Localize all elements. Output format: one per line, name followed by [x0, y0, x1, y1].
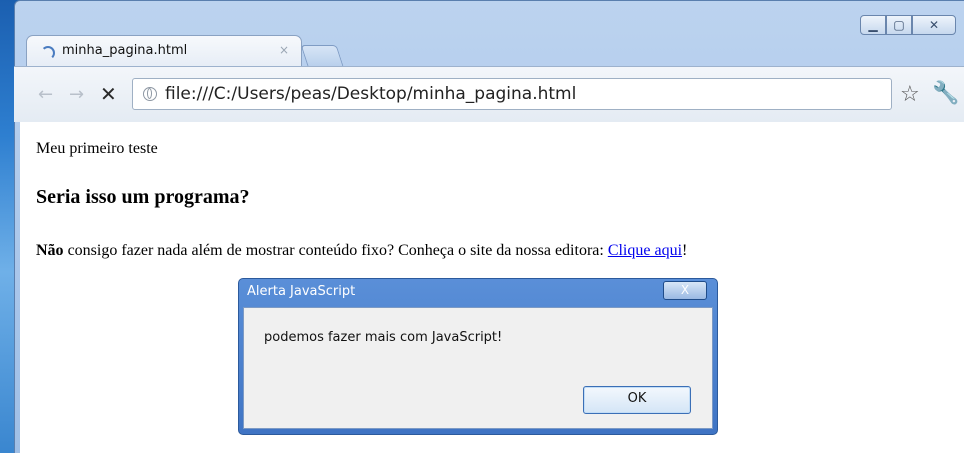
forward-arrow-icon[interactable]: → — [69, 84, 84, 105]
paragraph-editora: Não consigo fazer nada além de mostrar c… — [36, 242, 687, 260]
url-text[interactable]: file:///C:/Users/peas/Desktop/minha_pagi… — [165, 84, 576, 104]
globe-icon — [143, 87, 157, 101]
alert-title: Alerta JavaScript — [247, 284, 356, 299]
tab-title: minha_pagina.html — [62, 43, 188, 58]
ok-button[interactable]: OK — [583, 386, 691, 414]
alert-body: podemos fazer mais com JavaScript! OK — [243, 307, 713, 429]
loading-spinner-icon — [41, 46, 55, 60]
close-window-button[interactable]: ✕ — [912, 15, 956, 35]
address-bar[interactable]: file:///C:/Users/peas/Desktop/minha_pagi… — [132, 78, 892, 110]
editora-link[interactable]: Clique aqui — [608, 242, 682, 259]
new-tab-button[interactable] — [300, 45, 344, 66]
alert-close-button[interactable]: X — [663, 281, 707, 300]
browser-toolbar: ← → ✕ file:///C:/Users/peas/Desktop/minh… — [14, 66, 964, 122]
tab-close-icon[interactable]: × — [279, 43, 289, 57]
alert-message: podemos fazer mais com JavaScript! — [264, 330, 503, 345]
tab-minha-pagina[interactable]: minha_pagina.html × — [26, 35, 302, 67]
maximize-button[interactable]: ▢ — [886, 15, 912, 35]
paragraph-intro: Meu primeiro teste — [36, 140, 158, 157]
bold-word: Não — [36, 242, 64, 259]
page-heading: Seria isso um programa? — [36, 186, 250, 208]
window-controls: ▁ ▢ ✕ — [860, 15, 956, 35]
javascript-alert-dialog: Alerta JavaScript X podemos fazer mais c… — [238, 278, 718, 435]
stop-loading-icon[interactable]: ✕ — [100, 82, 117, 106]
paragraph-text: consigo fazer nada além de mostrar conte… — [63, 242, 608, 259]
wrench-menu-icon[interactable]: 🔧 — [932, 81, 959, 106]
star-bookmark-icon[interactable]: ☆ — [900, 82, 920, 107]
minimize-button[interactable]: ▁ — [860, 15, 886, 35]
paragraph-end: ! — [682, 242, 688, 259]
back-arrow-icon[interactable]: ← — [38, 84, 53, 105]
